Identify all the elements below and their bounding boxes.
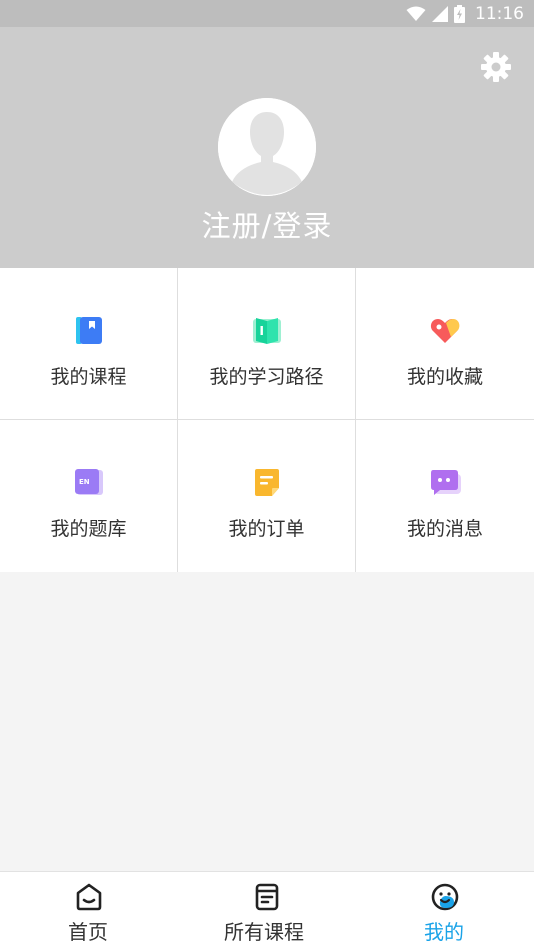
nav-label-home: 首页 (68, 920, 108, 944)
menu-item-my-courses[interactable]: 我的课程 (0, 268, 178, 420)
learning-path-icon (252, 318, 281, 344)
menu-item-label: 我的课程 (50, 366, 127, 388)
profile-face-icon (431, 883, 459, 911)
svg-text:EN: EN (79, 478, 90, 486)
battery-icon (454, 4, 465, 23)
status-icons: 11:16 (406, 0, 524, 27)
menu-item-label: 我的消息 (406, 518, 483, 540)
menu-item-label: 我的订单 (228, 518, 305, 540)
menu-item-my-favorites[interactable]: 我的收藏 (356, 268, 534, 420)
menu-item-my-orders[interactable]: 我的订单 (178, 420, 356, 572)
home-icon (76, 883, 102, 911)
signal-icon (432, 5, 448, 22)
profile-header: 注册/登录 (0, 27, 534, 268)
nav-item-home[interactable]: 首页 (48, 872, 130, 950)
menu-item-label: 我的题库 (50, 518, 127, 540)
menu-item-my-messages[interactable]: 我的消息 (356, 420, 534, 572)
register-login-link[interactable]: 注册/登录 (0, 203, 534, 245)
menu-item-label: 我的收藏 (406, 366, 483, 388)
heart-tag-icon (430, 319, 460, 343)
bottom-nav: 首页 所有课程 我的 (0, 871, 534, 950)
profile-screen: 11:16 注册/登录 我的课程 我的学习路径 我的收藏 EN 我的题库 我的订… (0, 0, 534, 950)
menu-item-label: 我的学习路径 (209, 366, 324, 388)
menu-item-question-bank[interactable]: EN 我的题库 (0, 420, 178, 572)
nav-label-all-courses: 所有课程 (224, 920, 304, 944)
nav-item-all-courses[interactable]: 所有课程 (210, 872, 324, 950)
default-avatar-icon (218, 98, 316, 196)
menu-grid: 我的课程 我的学习路径 我的收藏 EN 我的题库 我的订单 我的消息 (0, 268, 534, 572)
status-time: 11:16 (475, 3, 524, 24)
avatar[interactable] (218, 98, 316, 196)
courses-icon (255, 883, 279, 911)
course-book-icon (75, 317, 102, 344)
menu-item-learning-path[interactable]: 我的学习路径 (178, 268, 356, 420)
gear-icon[interactable] (480, 51, 512, 83)
nav-item-mine[interactable]: 我的 (404, 872, 486, 950)
order-note-icon (254, 469, 279, 496)
nav-label-mine: 我的 (424, 920, 464, 944)
question-bank-icon: EN (74, 469, 103, 495)
message-bubble-icon (431, 470, 461, 495)
status-bar: 11:16 (0, 0, 534, 27)
wifi-icon (406, 6, 426, 21)
